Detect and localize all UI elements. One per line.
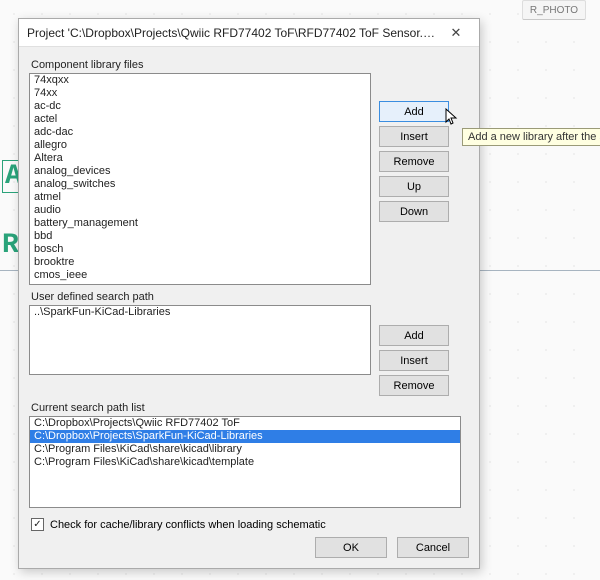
list-item[interactable]: ac-dc: [30, 100, 370, 113]
close-button[interactable]: ✕: [439, 25, 473, 41]
ribbon-rphoto[interactable]: R_PHOTO: [522, 0, 586, 20]
list-item[interactable]: Altera: [30, 152, 370, 165]
lib-down-button[interactable]: Down: [379, 201, 449, 222]
btn-label: Up: [407, 181, 421, 193]
user-path-label: User defined search path: [31, 291, 469, 303]
list-item[interactable]: audio: [30, 204, 370, 217]
list-item[interactable]: allegro: [30, 139, 370, 152]
list-item[interactable]: bbd: [30, 230, 370, 243]
list-item[interactable]: 74xx: [30, 87, 370, 100]
conflict-checkbox[interactable]: ✓: [31, 518, 44, 531]
checkmark-icon: ✓: [33, 519, 41, 530]
btn-label: Insert: [400, 355, 428, 367]
ribbon-rphoto-label: R_PHOTO: [530, 5, 578, 16]
titlebar: Project 'C:\Dropbox\Projects\Qwiic RFD77…: [19, 19, 479, 47]
list-item[interactable]: battery_management: [30, 217, 370, 230]
btn-label: Add: [404, 106, 424, 118]
cancel-button[interactable]: Cancel: [397, 537, 469, 558]
list-item[interactable]: adc-dac: [30, 126, 370, 139]
tooltip: Add a new library after the selecte: [462, 128, 600, 146]
lib-add-button[interactable]: Add: [379, 101, 449, 122]
lib-up-button[interactable]: Up: [379, 176, 449, 197]
current-path-label: Current search path list: [31, 402, 469, 414]
list-item[interactable]: analog_switches: [30, 178, 370, 191]
list-item[interactable]: C:\Program Files\KiCad\share\kicad\libra…: [30, 443, 460, 456]
list-item[interactable]: C:\Program Files\KiCad\share\kicad\templ…: [30, 456, 460, 469]
btn-label: Remove: [394, 380, 435, 392]
lib-remove-button[interactable]: Remove: [379, 151, 449, 172]
conflict-checkbox-label: Check for cache/library conflicts when l…: [50, 519, 326, 531]
list-item[interactable]: cmos_ieee: [30, 269, 370, 282]
list-item[interactable]: bosch: [30, 243, 370, 256]
path-remove-button[interactable]: Remove: [379, 375, 449, 396]
path-add-button[interactable]: Add: [379, 325, 449, 346]
btn-label: OK: [343, 542, 359, 554]
library-listbox[interactable]: 74xqxx74xxac-dcacteladc-dacallegroAltera…: [29, 73, 371, 285]
library-dialog: Project 'C:\Dropbox\Projects\Qwiic RFD77…: [18, 18, 480, 569]
list-item[interactable]: brooktre: [30, 256, 370, 269]
list-item[interactable]: atmel: [30, 191, 370, 204]
path-insert-button[interactable]: Insert: [379, 350, 449, 371]
list-item[interactable]: C:\Dropbox\Projects\Qwiic RFD77402 ToF: [30, 417, 460, 430]
btn-label: Down: [400, 206, 428, 218]
btn-label: Cancel: [416, 542, 450, 554]
list-item[interactable]: actel: [30, 113, 370, 126]
canvas-glyph-2: R: [2, 230, 19, 261]
dialog-title: Project 'C:\Dropbox\Projects\Qwiic RFD77…: [27, 26, 439, 40]
ok-button[interactable]: OK: [315, 537, 387, 558]
tooltip-text: Add a new library after the selecte: [468, 131, 600, 143]
list-item[interactable]: ..\SparkFun-KiCad-Libraries: [30, 306, 370, 319]
list-item[interactable]: C:\Dropbox\Projects\SparkFun-KiCad-Libra…: [30, 430, 460, 443]
component-lib-label: Component library files: [31, 59, 469, 71]
list-item[interactable]: analog_devices: [30, 165, 370, 178]
current-path-listbox[interactable]: C:\Dropbox\Projects\Qwiic RFD77402 ToFC:…: [29, 416, 461, 508]
lib-insert-button[interactable]: Insert: [379, 126, 449, 147]
btn-label: Insert: [400, 131, 428, 143]
user-path-listbox[interactable]: ..\SparkFun-KiCad-Libraries: [29, 305, 371, 375]
btn-label: Remove: [394, 156, 435, 168]
list-item[interactable]: 74xqxx: [30, 74, 370, 87]
btn-label: Add: [404, 330, 424, 342]
